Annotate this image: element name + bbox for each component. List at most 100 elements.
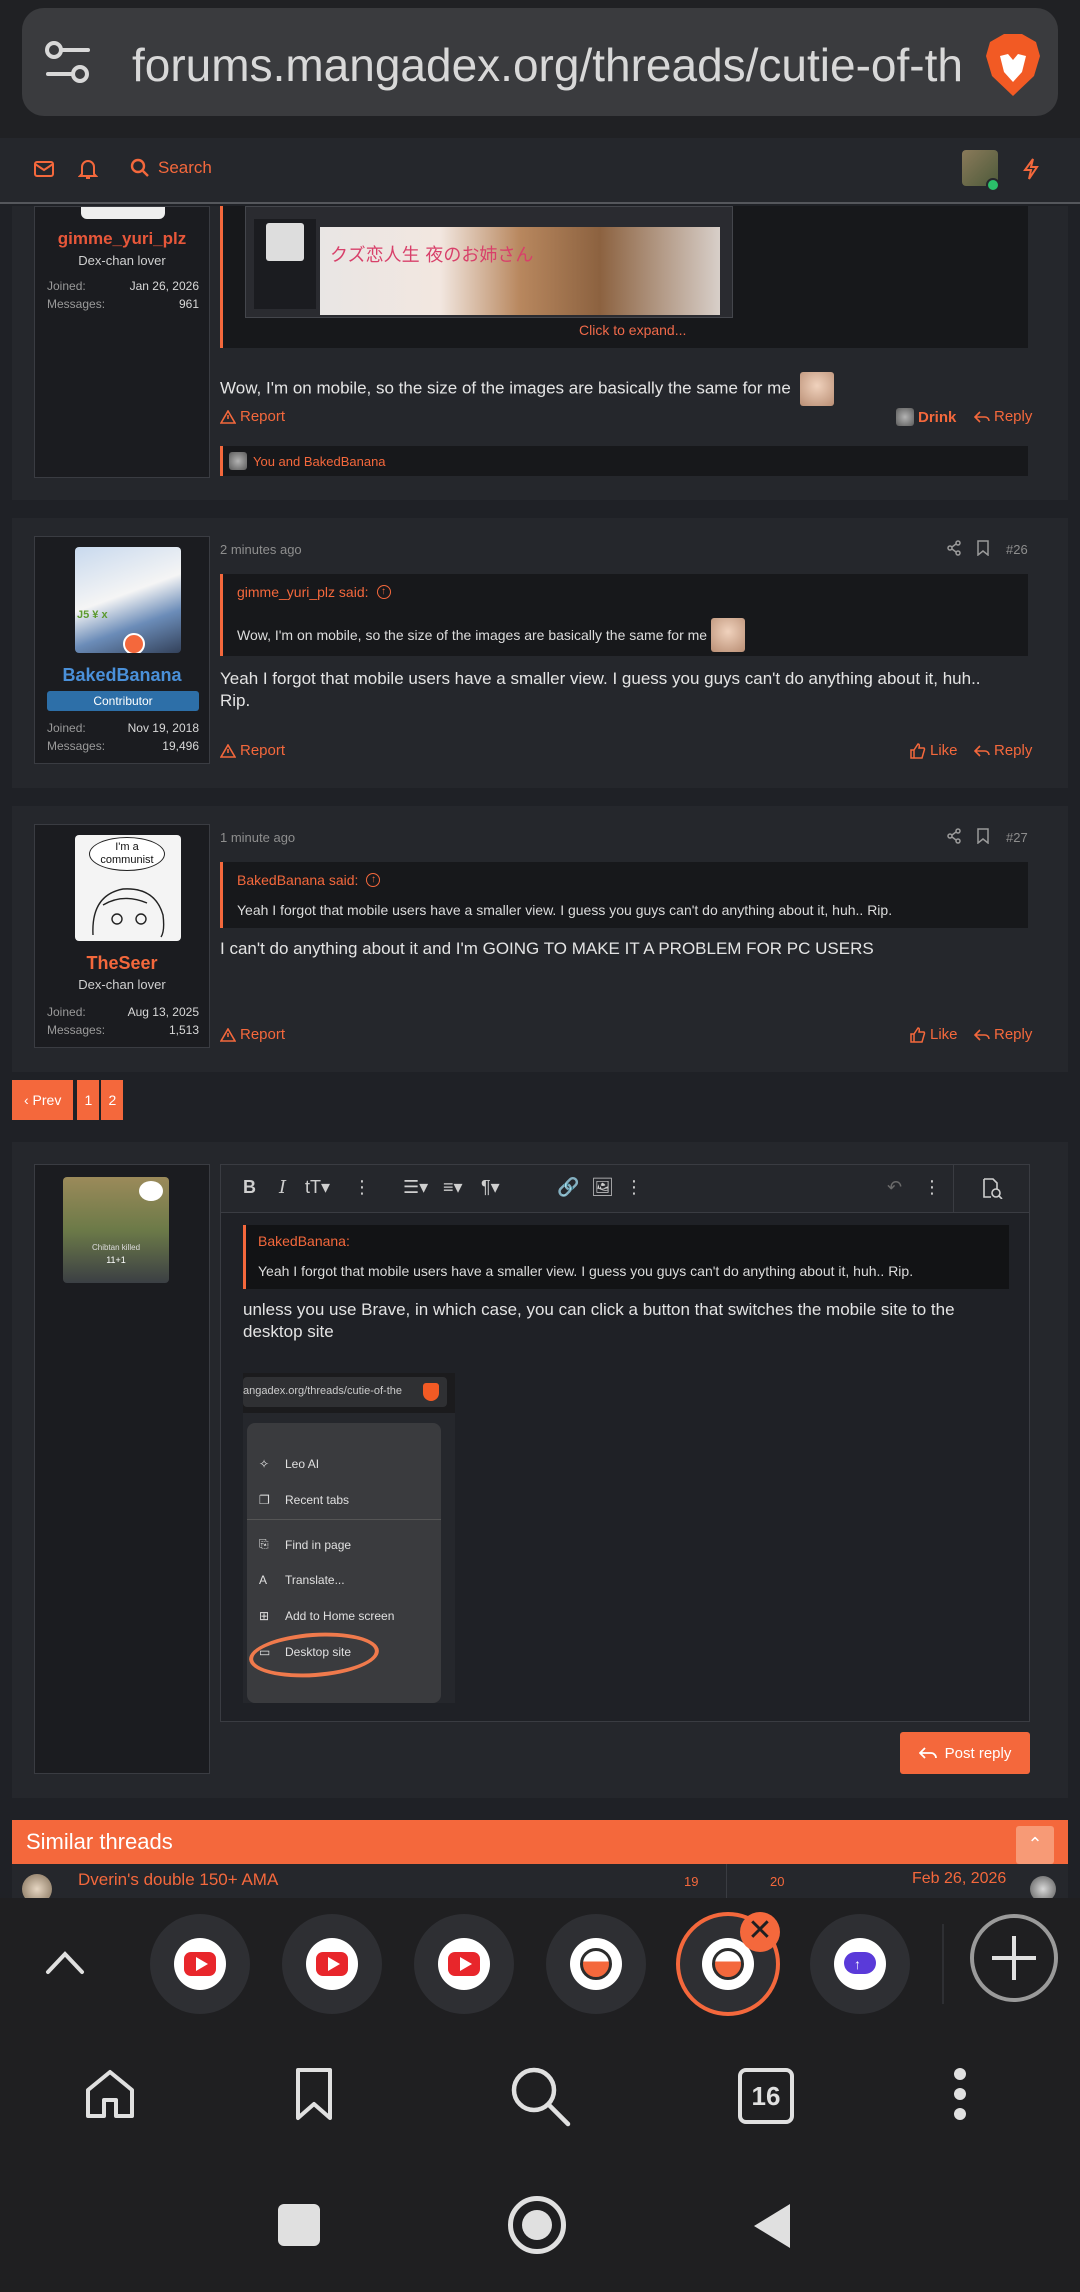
image-icon[interactable]: 🖼 [591,1177,614,1198]
reply-link[interactable]: Reply [974,408,1032,425]
close-tab-icon[interactable]: ✕ [740,1912,780,1952]
username[interactable]: TheSeer [35,953,209,974]
home-icon[interactable] [82,2066,138,2127]
speech-line-2: communist [100,854,154,866]
tab-mangadex-1[interactable] [546,1914,646,2014]
share-icon[interactable] [946,540,962,561]
youtube-icon [438,1938,490,1990]
similar-threads-header: Similar threads ⌃ [12,1820,1068,1864]
messages-label: Messages: [47,297,106,311]
avatar[interactable] [81,207,165,219]
username[interactable]: gimme_yuri_plz [35,229,209,249]
list-icon[interactable]: ☰▾ [403,1177,428,1198]
inbox-icon[interactable] [34,160,54,183]
post-time[interactable]: 1 minute ago [220,830,295,845]
post-reply-button[interactable]: Post reply [900,1732,1030,1774]
paragraph-icon[interactable]: ¶▾ [481,1177,500,1198]
recents-icon[interactable] [278,2204,320,2246]
tab-upload[interactable]: ↑ [810,1914,910,2014]
page-2-button[interactable]: 2 [101,1080,124,1120]
screenshot-urlbar: angadex.org/threads/cutie-of-the [243,1377,447,1407]
more-options-icon[interactable]: ⋮ [353,1177,371,1198]
scroll-top-button[interactable]: ⌃ [1016,1826,1054,1864]
quote-author[interactable]: BakedBanana said: ↑ [237,872,381,888]
brave-lion-icon[interactable] [982,32,1044,103]
url-bar[interactable]: forums.mangadex.org/threads/cutie-of-the [22,8,1058,116]
bookmark-icon[interactable] [976,828,990,849]
last-poster-avatar [1030,1876,1056,1898]
draft-text[interactable]: unless you use Brave, in which case, you… [243,1299,955,1343]
system-navigation-bar [0,2160,1080,2292]
drink-reaction[interactable]: Drink [896,408,956,426]
face-emoji [799,372,834,406]
drink-label: Drink [918,408,957,426]
back-icon[interactable] [752,2202,792,2255]
post-number[interactable]: #27 [1006,830,1028,845]
avatar[interactable]: Chibtan killed 11+1 [63,1177,169,1283]
quoted-image[interactable]: クズ恋人生 夜のお姉さん [245,206,733,318]
username[interactable]: BakedBanana [35,665,209,686]
quote-text: Wow, I'm on mobile, so the size of the i… [237,618,746,652]
reply-link[interactable]: Reply [974,742,1032,759]
more-options-icon[interactable]: ⋮ [923,1177,941,1198]
site-settings-icon[interactable] [40,34,96,95]
bookmark-icon[interactable] [976,540,990,561]
messages-label: Messages: [47,1023,106,1037]
link-icon[interactable]: 🔗 [557,1177,579,1198]
youtube-icon [174,1938,226,1990]
draft-line-2: desktop site [243,1322,334,1341]
italic-icon[interactable]: I [279,1177,286,1198]
similar-thread-row[interactable]: Dverin's double 150+ AMA 19 20 Feb 26, 2… [12,1864,1068,1898]
lightning-icon[interactable] [1022,158,1040,185]
quote-author: BakedBanana: [258,1233,350,1249]
similar-threads-title: Similar threads [26,1829,173,1854]
menu-dots-icon[interactable] [952,2064,968,2129]
message-text: Wow, I'm on mobile, so the size of the i… [220,378,791,398]
chevron-up-icon[interactable] [40,1938,90,1993]
like-link[interactable]: Like [910,1026,958,1043]
attached-screenshot[interactable]: angadex.org/threads/cutie-of-the ✧ Leo AI… [243,1373,455,1703]
quote-author-label: BakedBanana said: [237,872,359,888]
url-text[interactable]: forums.mangadex.org/threads/cutie-of-the [132,38,962,92]
report-link[interactable]: Report [220,1026,285,1043]
tab-youtube-2[interactable] [282,1914,382,2014]
tab-count-button[interactable]: 16 [738,2068,794,2124]
preview-icon[interactable] [981,1177,1003,1204]
report-label: Report [240,408,286,425]
thread-title[interactable]: Dverin's double 150+ AMA [78,1870,278,1890]
quote-block: BakedBanana said: ↑ Yeah I forgot that m… [220,862,1028,928]
post-message: I can't do anything about it and I'm GOI… [220,939,874,958]
post-number[interactable]: #26 [1006,542,1028,557]
bold-icon[interactable]: B [243,1177,256,1198]
new-tab-button[interactable] [970,1914,1058,2002]
report-link[interactable]: Report [220,408,285,425]
plus-icon [992,1936,1036,1980]
browser-bottom-toolbar: 16 [0,2030,1080,2160]
prev-page-button[interactable]: ‹ Prev [12,1080,74,1120]
post-time[interactable]: 2 minutes ago [220,542,302,557]
toolbar-divider [953,1165,954,1213]
undo-icon[interactable]: ↶ [887,1177,902,1198]
reply-link[interactable]: Reply [974,1026,1032,1043]
report-link[interactable]: Report [220,742,285,759]
avatar[interactable]: J5 ¥ x [75,547,181,653]
tab-youtube-3[interactable] [414,1914,514,2014]
translate-icon: A [259,1573,268,1587]
quote-author[interactable]: gimme_yuri_plz said: ↑ [237,584,391,600]
reactions-bar[interactable]: You and BakedBanana [220,446,1028,476]
tab-youtube-1[interactable] [150,1914,250,2014]
page-1-button[interactable]: 1 [77,1080,100,1120]
bookmark-icon[interactable] [292,2066,336,2127]
search-button[interactable]: Search [130,158,212,178]
search-icon[interactable] [508,2064,572,2133]
text-size-icon[interactable]: tT▾ [305,1177,330,1198]
home-nav-icon[interactable] [508,2196,566,2254]
thread-author-avatar [22,1874,52,1898]
more-options-icon[interactable]: ⋮ [625,1177,643,1198]
click-to-expand[interactable]: Click to expand... [579,322,686,338]
avatar[interactable]: I'm a communist [75,835,181,941]
align-icon[interactable]: ≡▾ [443,1177,463,1198]
share-icon[interactable] [946,828,962,849]
bell-icon[interactable] [77,158,99,185]
like-link[interactable]: Like [910,742,958,759]
